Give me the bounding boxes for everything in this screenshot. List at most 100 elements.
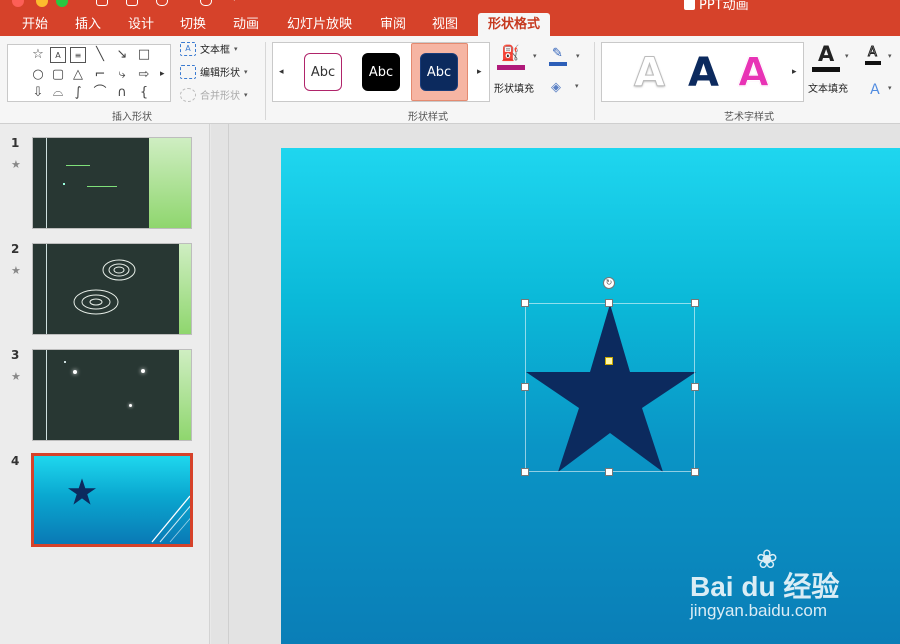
outline-color-swatch: [549, 62, 567, 66]
text-box-shape-icon[interactable]: A: [50, 47, 66, 63]
line-shape-icon[interactable]: ╲: [92, 47, 108, 63]
pane-divider[interactable]: [228, 124, 229, 644]
sparkle-dot: [64, 361, 66, 363]
chevron-down-icon: ▾: [244, 90, 248, 99]
arc-shape-icon[interactable]: ⌒: [92, 85, 108, 101]
tab-view[interactable]: 视图: [432, 13, 458, 36]
shape-style-gallery[interactable]: ◂ Abc Abc Abc ▸: [272, 42, 490, 102]
home-icon[interactable]: [96, 0, 108, 6]
thumb-green-edge: [149, 138, 191, 228]
elbow-arrow-shape-icon[interactable]: ⤷: [114, 67, 130, 83]
shape-style-preset[interactable]: Abc: [362, 53, 400, 91]
resize-handle-bottom-right[interactable]: [691, 468, 699, 476]
close-window-button[interactable]: [12, 0, 24, 7]
selection-frame: [525, 303, 695, 472]
arrow-line-shape-icon[interactable]: ↘: [114, 47, 130, 63]
tab-transitions[interactable]: 切换: [180, 13, 206, 36]
chevron-down-icon[interactable]: ▾: [888, 52, 892, 60]
edit-shape-button[interactable]: 编辑形状 ▾: [180, 64, 248, 79]
slide-thumbnail-2[interactable]: [32, 243, 192, 335]
tab-design[interactable]: 设计: [128, 13, 154, 36]
shape-style-preset-selected[interactable]: Abc: [420, 53, 458, 91]
merge-shapes-button[interactable]: 合并形状 ▾: [180, 87, 248, 102]
wordart-preset-navy[interactable]: A: [688, 49, 719, 97]
elbow-connector-shape-icon[interactable]: ⌐: [92, 67, 108, 83]
wordart-preset-pink[interactable]: A: [738, 49, 770, 97]
oval-shape-icon[interactable]: ○: [30, 67, 46, 83]
tab-animations[interactable]: 动画: [233, 13, 259, 36]
wordart-preset-outline[interactable]: A: [634, 49, 666, 97]
edit-shape-icon: [180, 64, 196, 79]
rounded-rectangle-shape-icon[interactable]: ▢: [50, 67, 66, 83]
thumb-dash: [87, 186, 117, 187]
resize-handle-top-left[interactable]: [521, 299, 529, 307]
text-effects-icon[interactable]: Ａ: [868, 79, 882, 99]
customize-toolbar-icon[interactable]: ▾: [232, 0, 237, 4]
thumb-green-edge: [179, 350, 191, 440]
shape-effects-icon[interactable]: ◈: [551, 80, 561, 95]
down-arrow-shape-icon[interactable]: ⇩: [30, 85, 46, 101]
vertical-text-shape-icon[interactable]: ≡: [70, 47, 86, 63]
wordart-gallery-next-icon[interactable]: ▸: [792, 67, 797, 77]
slide-number: 2: [11, 242, 20, 256]
slide-thumbnail-panel: 1 ★ 2 ★ 3 ★ 4: [0, 124, 210, 644]
resize-handle-bottom-left[interactable]: [521, 468, 529, 476]
tab-slideshow[interactable]: 幻灯片放映: [287, 13, 352, 36]
slide-number: 3: [11, 348, 20, 362]
tab-insert[interactable]: 插入: [75, 13, 101, 36]
shape-fill-button[interactable]: ⛽: [497, 44, 527, 70]
star-shape-icon[interactable]: ☆: [30, 47, 46, 63]
slide-thumbnail-4[interactable]: [31, 453, 193, 547]
resize-handle-top[interactable]: [605, 299, 613, 307]
slide-thumbnail-3[interactable]: [32, 349, 192, 441]
chevron-down-icon[interactable]: ▾: [888, 84, 892, 92]
gallery-next-icon[interactable]: ▸: [477, 67, 482, 77]
text-fill-color-swatch: [812, 67, 840, 72]
pen-icon: ✎: [552, 46, 563, 61]
resize-handle-left[interactable]: [521, 383, 529, 391]
resize-handle-bottom[interactable]: [605, 468, 613, 476]
resize-handle-right[interactable]: [691, 383, 699, 391]
thumb-dash: [66, 165, 90, 166]
adjustment-handle[interactable]: [605, 357, 613, 365]
chevron-down-icon[interactable]: ▾: [575, 82, 579, 90]
wordart-styles-group-label: 艺术字样式: [724, 112, 774, 123]
wordart-gallery[interactable]: A A A ▸: [601, 42, 804, 102]
animation-star-icon: ★: [11, 264, 21, 277]
chevron-down-icon[interactable]: ▾: [533, 52, 537, 60]
shape-style-preset[interactable]: Abc: [304, 53, 342, 91]
redo-icon[interactable]: [200, 0, 212, 6]
triangle-shape-icon[interactable]: △: [70, 67, 86, 83]
shape-gallery[interactable]: ☆ A ≡ ╲ ↘ □ ○ ▢ △ ⌐ ⤷ ⇨ ⇩ ⌓ ∫ ⌒ ∩ { ▸: [7, 44, 171, 102]
tab-shape-format[interactable]: 形状格式: [478, 13, 551, 36]
freeform-shape-icon[interactable]: ⌓: [50, 85, 66, 101]
ribbon: ☆ A ≡ ╲ ↘ □ ○ ▢ △ ⌐ ⤷ ⇨ ⇩ ⌓ ∫ ⌒ ∩ { ▸ A …: [0, 36, 900, 124]
sparkle-dot: [129, 404, 132, 407]
chevron-down-icon[interactable]: ▾: [845, 52, 849, 60]
zoom-window-button[interactable]: [56, 0, 68, 7]
watermark-brand: Bai du 经验: [690, 571, 840, 602]
text-box-button[interactable]: A 文本框 ▾: [180, 41, 238, 56]
brace-shape-icon[interactable]: {: [136, 85, 152, 101]
tab-home[interactable]: 开始: [22, 13, 48, 36]
shape-outline-button[interactable]: ✎: [549, 46, 571, 68]
ripple-circles-icon: [73, 259, 136, 315]
block-arrow-shape-icon[interactable]: ⇨: [136, 67, 152, 83]
curve-shape-icon[interactable]: ∩: [114, 85, 130, 101]
chevron-down-icon[interactable]: ▾: [576, 52, 580, 60]
undo-icon[interactable]: [156, 0, 168, 6]
star-icon: [68, 478, 96, 505]
gallery-prev-icon[interactable]: ◂: [279, 67, 284, 77]
resize-handle-top-right[interactable]: [691, 299, 699, 307]
slide-thumbnail-1[interactable]: [32, 137, 192, 229]
shape-gallery-more-icon[interactable]: ▸: [160, 69, 165, 79]
minimize-window-button[interactable]: [36, 0, 48, 7]
insert-shapes-group-label: 插入形状: [112, 112, 152, 123]
text-outline-button[interactable]: A: [865, 45, 885, 67]
rectangle-shape-icon[interactable]: □: [136, 47, 152, 63]
text-fill-button[interactable]: A: [812, 42, 842, 76]
rotate-handle-icon[interactable]: ↻: [603, 277, 615, 289]
save-icon[interactable]: [126, 0, 138, 6]
tab-review[interactable]: 审阅: [380, 13, 406, 36]
scribble-shape-icon[interactable]: ∫: [70, 85, 86, 101]
